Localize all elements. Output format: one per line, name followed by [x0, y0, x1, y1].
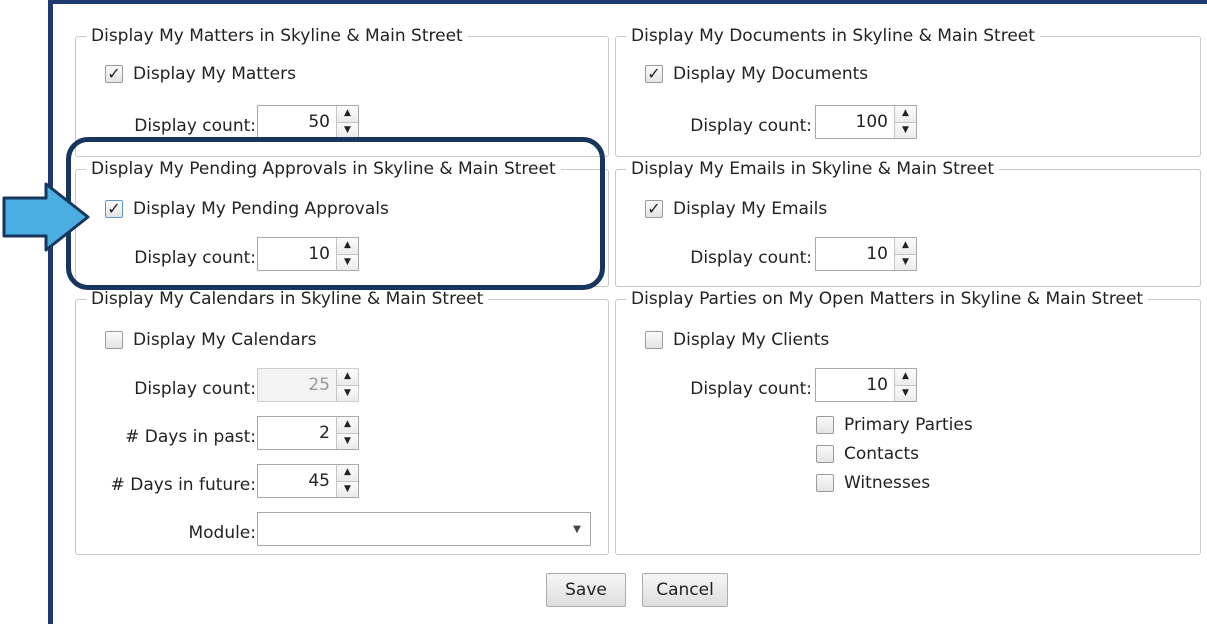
- stepper-value[interactable]: 45: [258, 471, 336, 491]
- checkbox-box[interactable]: ✓: [645, 65, 663, 83]
- display-count-label: Display count:: [134, 248, 256, 268]
- module-dropdown[interactable]: ▼: [257, 512, 591, 546]
- clients-count-stepper[interactable]: 10 ▲ ▼: [815, 368, 917, 402]
- checkbox-box[interactable]: [816, 445, 834, 463]
- checkbox-label: Witnesses: [844, 473, 931, 493]
- display-my-documents-checkbox[interactable]: ✓ Display My Documents: [645, 62, 868, 86]
- module-label: Module:: [188, 523, 256, 543]
- checkbox-label: Display My Matters: [133, 64, 296, 84]
- days-future-label: # Days in future:: [110, 475, 256, 495]
- spin-down-icon[interactable]: ▼: [895, 122, 916, 138]
- spin-down-icon[interactable]: ▼: [895, 385, 916, 401]
- stepper-value[interactable]: 100: [816, 112, 894, 132]
- display-count-label: Display count:: [134, 379, 256, 399]
- display-my-clients-checkbox[interactable]: Display My Clients: [645, 328, 829, 352]
- display-count-label: Display count:: [690, 248, 812, 268]
- calendars-count-stepper[interactable]: 25 ▲ ▼: [257, 368, 359, 402]
- settings-panel: Display My Matters in Skyline & Main Str…: [53, 4, 1207, 624]
- display-my-emails-checkbox[interactable]: ✓ Display My Emails: [645, 197, 827, 221]
- checkbox-label: Display My Clients: [673, 330, 830, 350]
- checkbox-box[interactable]: ✓: [645, 200, 663, 218]
- display-count-label: Display count:: [690, 379, 812, 399]
- spin-up-icon[interactable]: ▲: [895, 369, 916, 386]
- spin-up-icon[interactable]: ▲: [895, 106, 916, 123]
- checkbox-label: Display My Pending Approvals: [133, 199, 389, 219]
- spin-up-icon[interactable]: ▲: [337, 465, 358, 482]
- days-future-stepper[interactable]: 45 ▲ ▼: [257, 464, 359, 498]
- checkbox-label: Primary Parties: [844, 415, 973, 435]
- contacts-checkbox[interactable]: Contacts: [816, 442, 919, 466]
- group-title: Display My Matters in Skyline & Main Str…: [91, 26, 463, 46]
- checkbox-box[interactable]: [105, 331, 123, 349]
- display-my-matters-checkbox[interactable]: ✓ Display My Matters: [105, 62, 296, 86]
- cancel-button[interactable]: Cancel: [642, 573, 728, 607]
- spin-down-icon[interactable]: ▼: [337, 254, 358, 270]
- checkbox-label: Display My Calendars: [133, 330, 317, 350]
- dropdown-arrow-icon[interactable]: ▼: [564, 513, 590, 545]
- group-title: Display My Calendars in Skyline & Main S…: [91, 289, 484, 309]
- stepper-value[interactable]: 50: [258, 112, 336, 132]
- spin-down-icon[interactable]: ▼: [337, 433, 358, 449]
- stepper-value[interactable]: 10: [816, 244, 894, 264]
- spin-down-icon[interactable]: ▼: [895, 254, 916, 270]
- display-pending-approvals-checkbox[interactable]: ✓ Display My Pending Approvals: [105, 197, 389, 221]
- display-count-label: Display count:: [134, 116, 256, 136]
- approvals-count-stepper[interactable]: 10 ▲ ▼: [257, 237, 359, 271]
- display-count-label: Display count:: [690, 116, 812, 136]
- group-title: Display My Emails in Skyline & Main Stre…: [631, 159, 995, 179]
- checkbox-box[interactable]: ✓: [105, 200, 123, 218]
- documents-count-stepper[interactable]: 100 ▲ ▼: [815, 105, 917, 139]
- checkbox-label: Display My Emails: [673, 199, 828, 219]
- display-my-calendars-checkbox[interactable]: Display My Calendars: [105, 328, 317, 352]
- emails-count-stepper[interactable]: 10 ▲ ▼: [815, 237, 917, 271]
- checkbox-box[interactable]: [816, 474, 834, 492]
- spin-up-icon[interactable]: ▲: [337, 106, 358, 123]
- spin-down-icon[interactable]: ▼: [337, 481, 358, 497]
- stepper-value[interactable]: 2: [258, 423, 336, 443]
- primary-parties-checkbox[interactable]: Primary Parties: [816, 413, 973, 437]
- spin-up-icon[interactable]: ▲: [895, 238, 916, 255]
- days-past-stepper[interactable]: 2 ▲ ▼: [257, 416, 359, 450]
- checkbox-label: Contacts: [844, 444, 919, 464]
- checkbox-label: Display My Documents: [673, 64, 869, 84]
- spin-down-icon[interactable]: ▼: [337, 122, 358, 138]
- checkbox-box[interactable]: [645, 331, 663, 349]
- matters-count-stepper[interactable]: 50 ▲ ▼: [257, 105, 359, 139]
- stepper-value[interactable]: 25: [258, 375, 336, 395]
- checkbox-box[interactable]: ✓: [105, 65, 123, 83]
- pointer-arrow-icon: [2, 182, 90, 252]
- group-title: Display My Pending Approvals in Skyline …: [91, 159, 556, 179]
- days-past-label: # Days in past:: [125, 427, 256, 447]
- spin-up-icon[interactable]: ▲: [337, 238, 358, 255]
- witnesses-checkbox[interactable]: Witnesses: [816, 471, 930, 495]
- stepper-value[interactable]: 10: [258, 244, 336, 264]
- checkbox-box[interactable]: [816, 416, 834, 434]
- spin-up-icon[interactable]: ▲: [337, 417, 358, 434]
- stepper-value[interactable]: 10: [816, 375, 894, 395]
- spin-down-icon[interactable]: ▼: [337, 385, 358, 401]
- group-title: Display Parties on My Open Matters in Sk…: [631, 289, 1144, 309]
- spin-up-icon[interactable]: ▲: [337, 369, 358, 386]
- group-title: Display My Documents in Skyline & Main S…: [631, 26, 1035, 46]
- save-button[interactable]: Save: [546, 573, 626, 607]
